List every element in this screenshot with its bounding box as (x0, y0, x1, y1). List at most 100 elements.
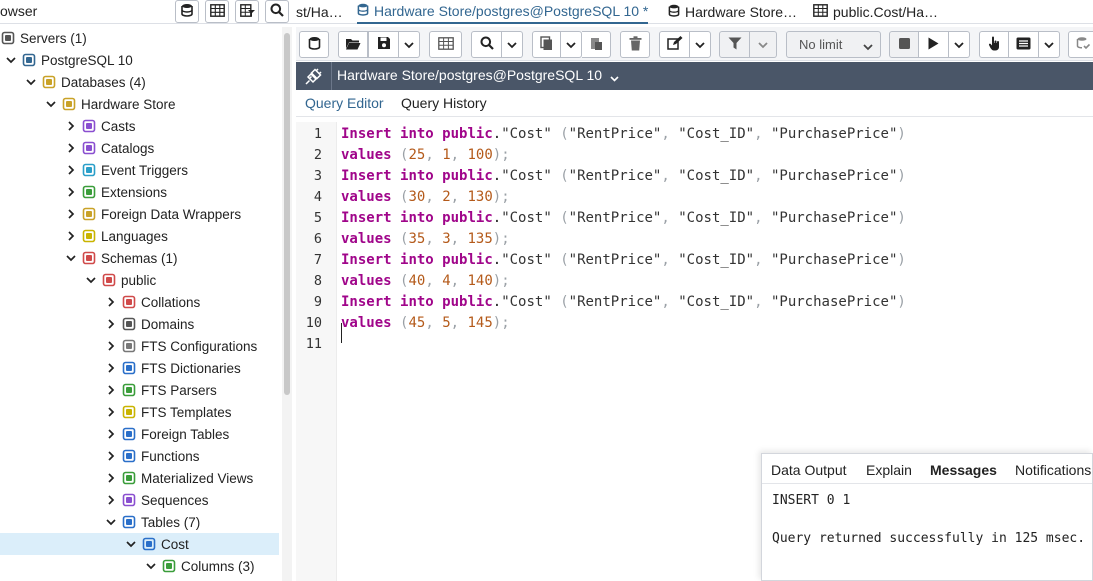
tree-node[interactable]: Databases (4) (0, 71, 279, 93)
execute-dropdown-button[interactable] (949, 31, 970, 58)
tab-explain[interactable]: Explain (866, 462, 912, 478)
tree-scrollbar-thumb[interactable] (284, 33, 290, 395)
tree-node[interactable]: Cost (0, 533, 279, 555)
search-objects-button[interactable] (265, 0, 289, 23)
open-query-tool-button[interactable] (299, 31, 329, 58)
edit-grid-button[interactable] (429, 31, 462, 58)
chevron-right-icon[interactable] (105, 472, 117, 484)
tree-node[interactable]: Casts (0, 115, 279, 137)
chevron-right-icon[interactable] (105, 318, 117, 330)
chevron-right-icon[interactable] (65, 120, 77, 132)
connection-select[interactable]: Hardware Store/postgres@PostgreSQL 10 (332, 67, 619, 84)
plug-connection-icon[interactable] (296, 62, 332, 90)
chevron-right-icon[interactable] (105, 296, 117, 308)
tree-node[interactable]: Event Triggers (0, 159, 279, 181)
tree-scrollbar[interactable] (282, 27, 292, 581)
paste-button[interactable] (582, 31, 611, 58)
tree-node[interactable]: Columns (3) (0, 555, 279, 577)
chevron-right-icon[interactable] (65, 186, 77, 198)
tree-node[interactable]: Tables (7) (0, 511, 279, 533)
code-line: Insert into public."Cost" ("RentPrice", … (341, 126, 906, 142)
chevron-down-icon (758, 37, 768, 52)
commit-button[interactable] (1068, 31, 1093, 58)
tree-node[interactable]: Functions (0, 445, 279, 467)
row-limit-select[interactable]: No limit (786, 31, 881, 58)
tree-node[interactable]: Foreign Data Wrappers (0, 203, 279, 225)
tree-node[interactable]: FTS Parsers (0, 379, 279, 401)
tree-node-label: Functions (141, 448, 200, 464)
tab-messages[interactable]: Messages (930, 462, 997, 478)
explain-dropdown-button[interactable] (1039, 31, 1060, 58)
chevron-down-icon[interactable] (25, 76, 37, 88)
chevron-right-icon[interactable] (105, 362, 117, 374)
execute-button[interactable] (919, 31, 949, 58)
filtered-rows-button[interactable] (235, 0, 259, 23)
tree-node[interactable]: PostgreSQL 10 (0, 49, 279, 71)
tree-node[interactable]: public (0, 269, 279, 291)
chevron-right-icon[interactable] (105, 406, 117, 418)
delete-button[interactable] (620, 31, 650, 58)
filter-dropdown-button[interactable] (750, 31, 777, 58)
tree-node[interactable]: Extensions (0, 181, 279, 203)
chevron-right-icon[interactable] (105, 428, 117, 440)
tree-node[interactable]: FTS Configurations (0, 335, 279, 357)
chevron-right-icon[interactable] (65, 208, 77, 220)
tables-icon (121, 514, 137, 530)
explain-button[interactable] (979, 31, 1009, 58)
chevron-down-icon[interactable] (65, 252, 77, 264)
save-dropdown-button[interactable] (399, 31, 420, 58)
tree-node[interactable]: Collations (0, 291, 279, 313)
tab-data-output[interactable]: Data Output (771, 462, 847, 478)
play-icon (928, 37, 939, 53)
tree-node-label: FTS Parsers (141, 382, 217, 398)
object-properties-button[interactable] (175, 0, 199, 23)
tab-partial[interactable]: st/Ha… (296, 0, 343, 24)
catalogs-icon (81, 140, 97, 156)
tab-view-data[interactable]: public.Cost/Ha… (813, 0, 938, 24)
chevron-right-icon[interactable] (105, 340, 117, 352)
chevron-right-icon[interactable] (105, 384, 117, 396)
open-file-button[interactable] (338, 31, 368, 58)
tree-node[interactable]: Servers (1) (0, 27, 279, 49)
explain-analyze-button[interactable] (1009, 31, 1039, 58)
tree-node[interactable]: Materialized Views (0, 467, 279, 489)
view-data-button[interactable] (205, 0, 229, 23)
tree-node[interactable]: Schemas (1) (0, 247, 279, 269)
tree-node[interactable]: FTS Templates (0, 401, 279, 423)
tree-node[interactable]: Catalogs (0, 137, 279, 159)
tree-node[interactable]: Hardware Store (0, 93, 279, 115)
chevron-right-icon[interactable] (105, 494, 117, 506)
copy-button[interactable] (532, 31, 561, 58)
copy-dropdown-button[interactable] (561, 31, 582, 58)
chevron-down-icon[interactable] (145, 560, 157, 572)
chevron-down-icon[interactable] (85, 274, 97, 286)
filter-button[interactable] (719, 31, 750, 58)
tree-node[interactable]: FTS Dictionaries (0, 357, 279, 379)
tab-query-history[interactable]: Query History (401, 95, 487, 111)
tree-node[interactable]: Languages (0, 225, 279, 247)
chevron-right-icon[interactable] (65, 230, 77, 242)
tree-node-label: Columns (3) (181, 558, 255, 574)
filter-icon (728, 37, 742, 53)
chevron-down-icon[interactable] (125, 538, 137, 550)
tab-query-editor[interactable]: Query Editor (305, 95, 384, 111)
find-button[interactable] (471, 31, 502, 58)
tab-notifications[interactable]: Notifications (1015, 462, 1091, 478)
edit-button[interactable] (659, 31, 690, 58)
tree-node[interactable]: Foreign Tables (0, 423, 279, 445)
chevron-down-icon[interactable] (5, 54, 17, 66)
find-dropdown-button[interactable] (502, 31, 523, 58)
tab-query-tool[interactable]: Hardware Store… (668, 0, 797, 24)
chevron-right-icon[interactable] (105, 450, 117, 462)
table-icon (813, 4, 828, 20)
chevron-down-icon[interactable] (45, 98, 57, 110)
tree-node[interactable]: Domains (0, 313, 279, 335)
chevron-right-icon[interactable] (65, 164, 77, 176)
chevron-down-icon[interactable] (105, 516, 117, 528)
stop-button[interactable] (889, 31, 919, 58)
edit-dropdown-button[interactable] (690, 31, 711, 58)
save-file-button[interactable] (368, 31, 399, 58)
tree-node[interactable]: Sequences (0, 489, 279, 511)
chevron-right-icon[interactable] (65, 142, 77, 154)
tab-query-tool-active[interactable]: Hardware Store/postgres@PostgreSQL 10 * (357, 0, 649, 24)
